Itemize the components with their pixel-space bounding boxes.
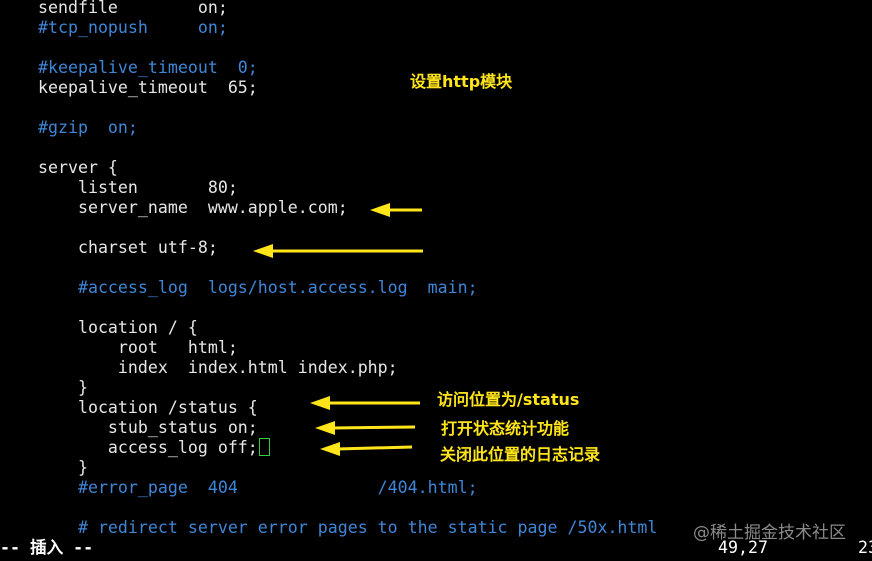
annotation-http-module: 设置http模块 bbox=[410, 72, 513, 91]
annotation-status-location: 访问位置为/status bbox=[437, 390, 580, 409]
watermark: @稀土掘金技术社区 bbox=[693, 523, 846, 543]
arrow-access-log bbox=[320, 442, 413, 456]
scroll-percent: 23 bbox=[858, 538, 872, 557]
arrow-server-name bbox=[370, 203, 422, 217]
arrow-location-status bbox=[310, 396, 420, 410]
arrow-charset bbox=[253, 244, 423, 258]
annotation-access-log-off: 关闭此位置的日志记录 bbox=[440, 445, 601, 464]
arrow-stub-status bbox=[315, 421, 416, 435]
cursor-position: 49,27 bbox=[718, 538, 768, 557]
annotation-stub-status: 打开状态统计功能 bbox=[441, 419, 570, 438]
vim-mode-indicator: -- 插入 -- bbox=[0, 538, 94, 557]
